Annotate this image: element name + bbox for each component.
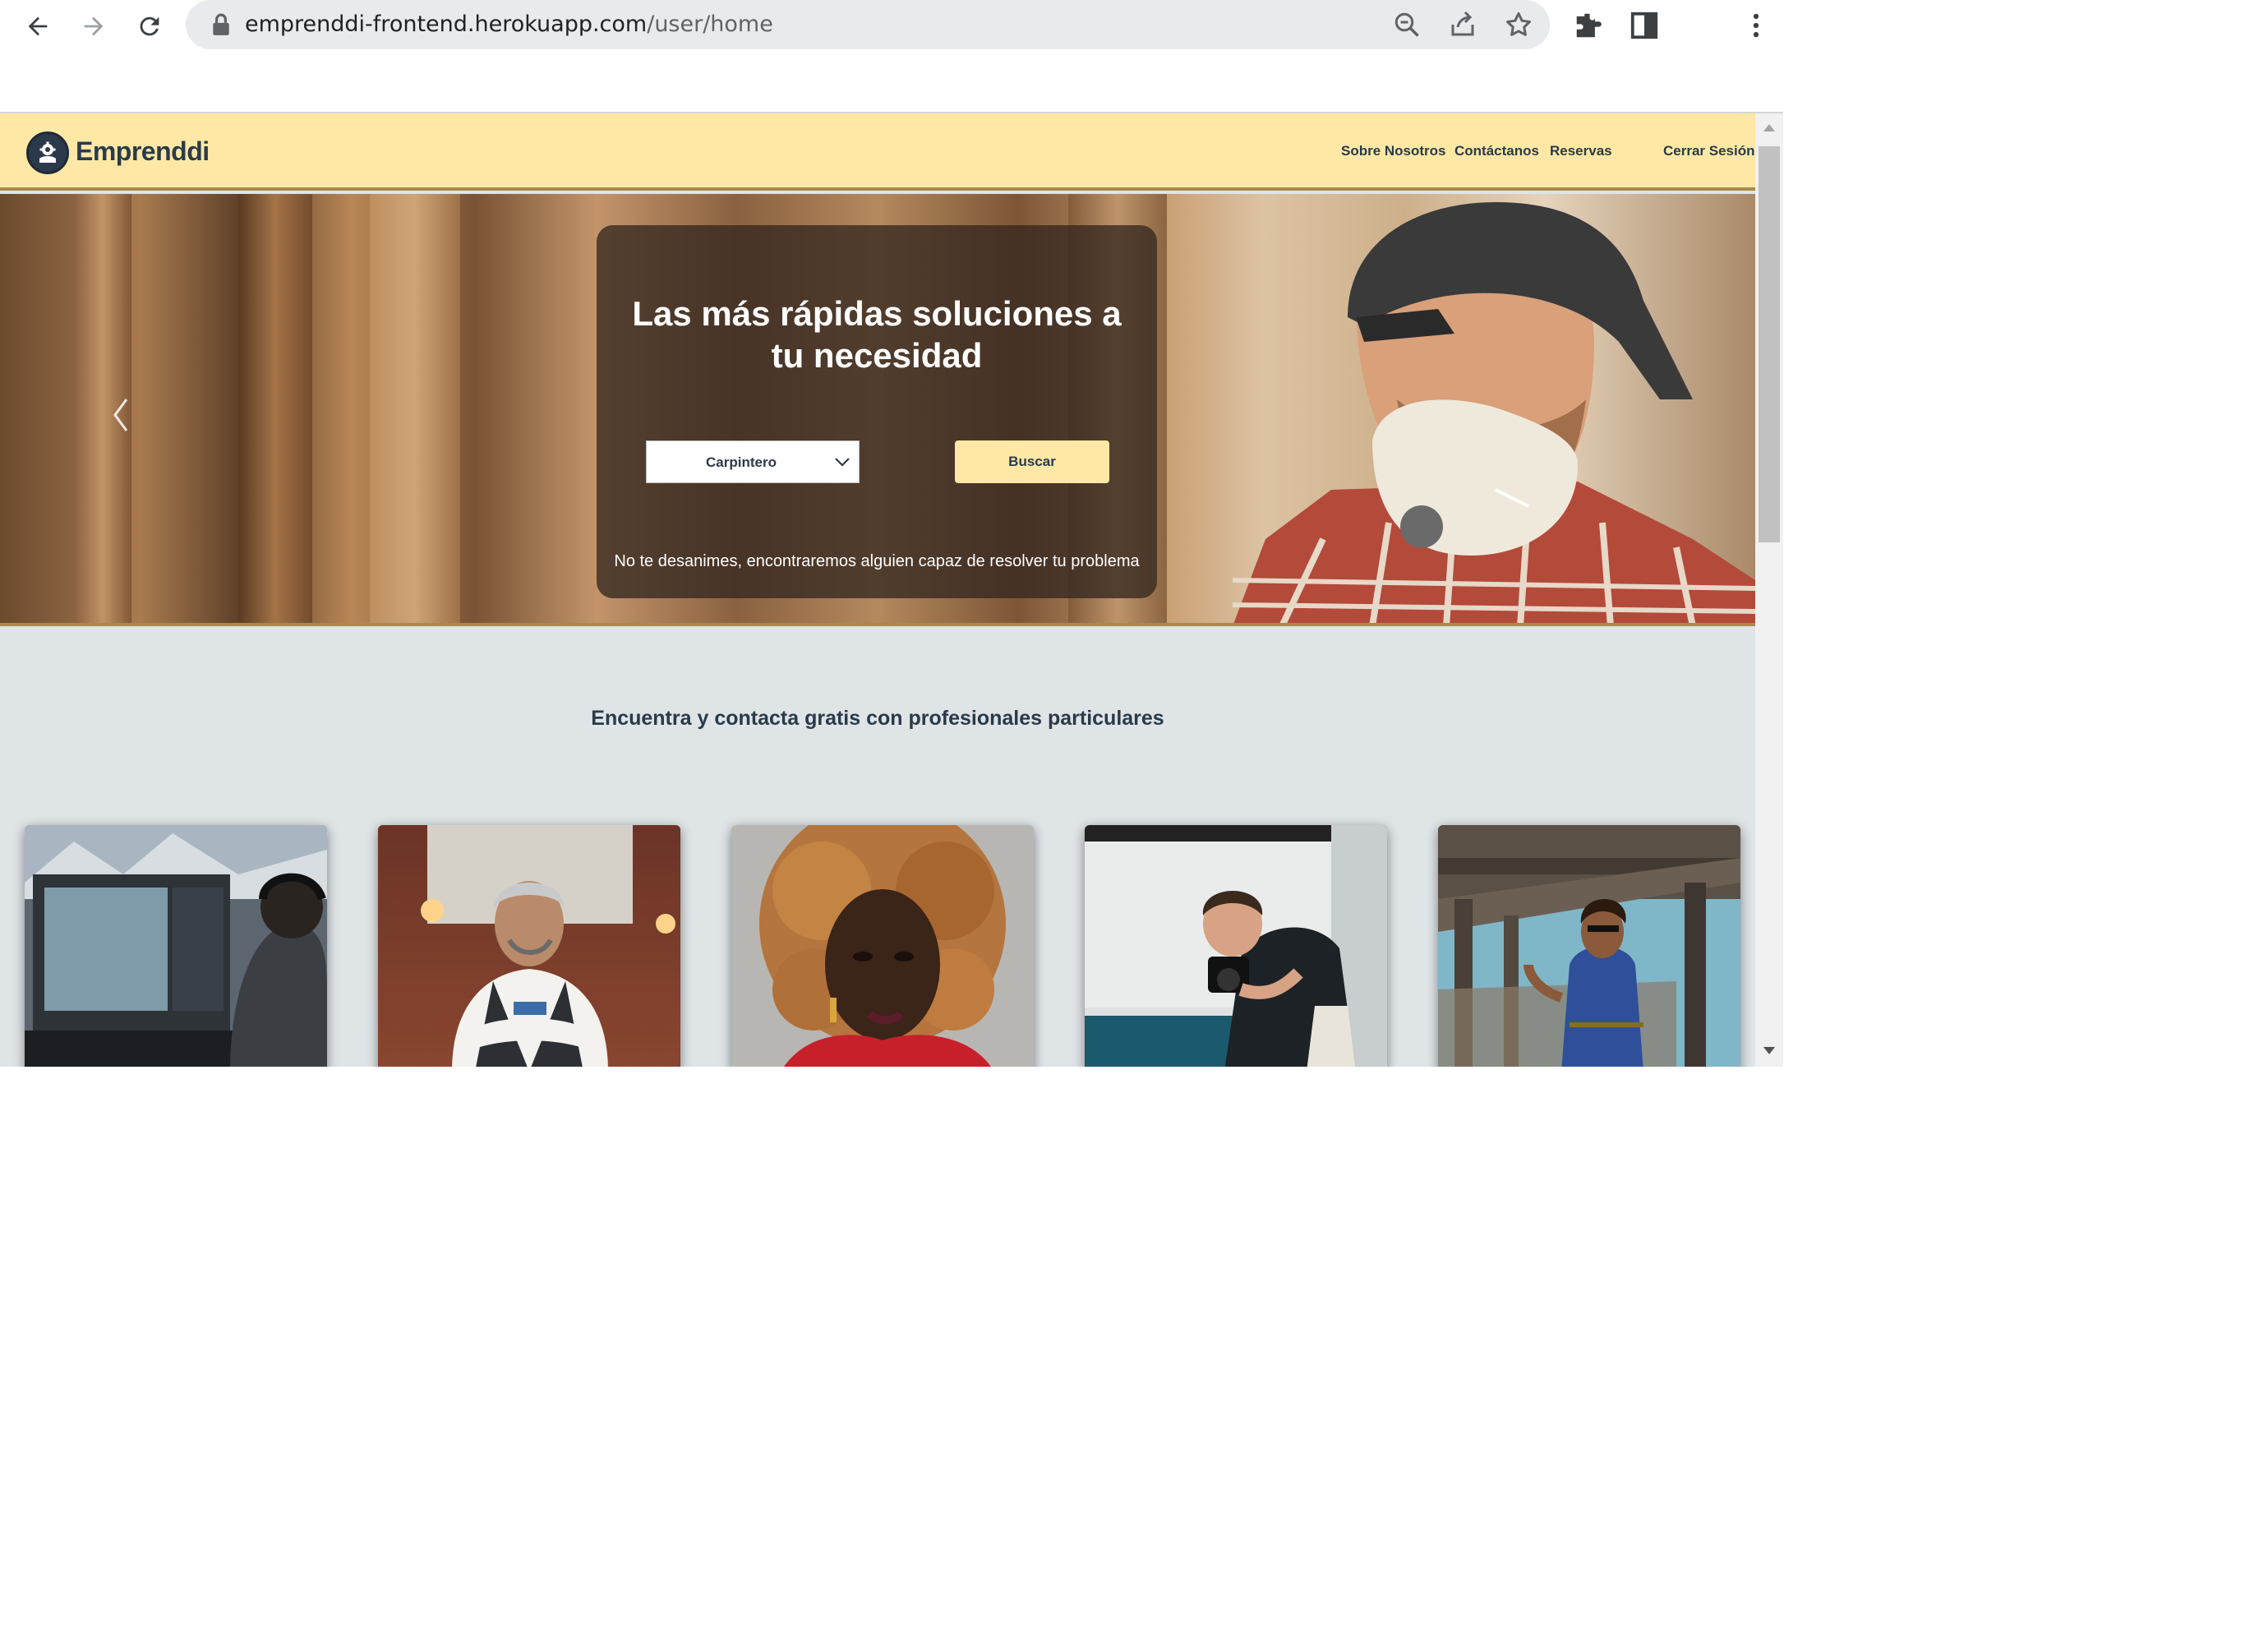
kebab-menu-icon[interactable] xyxy=(1740,10,1772,41)
nav-link-logout[interactable]: Cerrar Sesión xyxy=(1663,143,1755,159)
photographer-photo xyxy=(1085,825,1387,1067)
scroll-down-arrow-icon[interactable] xyxy=(1762,1045,1777,1057)
puzzle-icon[interactable] xyxy=(1573,10,1604,41)
nav-link-bookings[interactable]: Reservas xyxy=(1550,143,1612,159)
zoom-icon[interactable] xyxy=(1392,10,1422,39)
chevron-down-icon xyxy=(835,458,850,467)
section-heading: Encuentra y contacta gratis con profesio… xyxy=(591,707,1164,730)
scrollbar-thumb[interactable] xyxy=(1759,146,1780,542)
nav-link-about[interactable]: Sobre Nosotros xyxy=(1341,143,1446,159)
site-navbar: Emprenddi Sobre Nosotros Contáctanos Res… xyxy=(0,113,1755,191)
star-icon[interactable] xyxy=(1504,10,1533,39)
carousel-prev-button[interactable] xyxy=(108,394,133,436)
professional-card[interactable] xyxy=(25,825,327,1067)
lock-icon xyxy=(213,13,229,35)
hero-subtext: No te desanimes, encontraremos alguien c… xyxy=(614,552,1140,570)
reload-icon xyxy=(140,16,159,36)
hero-search-card: Las más rápidas soluciones a tu necesida… xyxy=(597,225,1157,598)
professional-card[interactable] xyxy=(731,825,1034,1067)
back-button[interactable] xyxy=(20,8,56,44)
scroll-up-arrow-icon[interactable] xyxy=(1762,122,1777,133)
category-select[interactable]: Carpintero xyxy=(646,440,860,483)
gear-icon xyxy=(39,141,56,163)
professional-card[interactable] xyxy=(1085,825,1387,1067)
nav-link-contact[interactable]: Contáctanos xyxy=(1454,143,1539,159)
hero-carousel: Las más rápidas soluciones a tu necesida… xyxy=(0,194,1755,626)
wood-plank-image xyxy=(370,194,460,623)
professional-card[interactable] xyxy=(378,825,680,1067)
address-bar[interactable]: emprenddi-frontend.herokuapp.com/user/ho… xyxy=(186,0,1550,49)
gamer-photo xyxy=(25,825,327,1067)
browser-toolbar: emprenddi-frontend.herokuapp.com/user/ho… xyxy=(0,0,2268,113)
category-select-value: Carpintero xyxy=(706,454,777,470)
brand-logo-icon[interactable] xyxy=(26,131,69,174)
pier-model-photo xyxy=(1438,825,1740,1067)
arrow-left-icon xyxy=(28,16,48,36)
professional-card[interactable] xyxy=(1438,825,1740,1067)
forward-button[interactable] xyxy=(76,8,112,44)
share-icon[interactable] xyxy=(1448,10,1477,39)
brand-name[interactable]: Emprenddi xyxy=(76,136,210,167)
chef-photo xyxy=(378,825,680,1067)
search-button-label: Buscar xyxy=(1008,454,1056,469)
side-panel-icon[interactable] xyxy=(1629,10,1660,41)
carpenter-photo xyxy=(1233,202,1755,623)
search-button[interactable]: Buscar xyxy=(955,440,1109,483)
page-viewport: Emprenddi Sobre Nosotros Contáctanos Res… xyxy=(0,113,1783,1067)
url-path: /user/home xyxy=(647,12,773,37)
reload-button[interactable] xyxy=(131,8,168,44)
arrow-right-icon xyxy=(84,16,104,36)
page-scrollbar[interactable] xyxy=(1755,113,1783,1067)
url-host: emprenddi-frontend.herokuapp.com xyxy=(245,12,648,37)
url-text: emprenddi-frontend.herokuapp.com/user/ho… xyxy=(245,12,773,37)
hero-title: Las más rápidas soluciones a tu necesida… xyxy=(632,294,1122,375)
model-photo xyxy=(731,825,1034,1067)
wood-plank-image xyxy=(238,194,312,623)
